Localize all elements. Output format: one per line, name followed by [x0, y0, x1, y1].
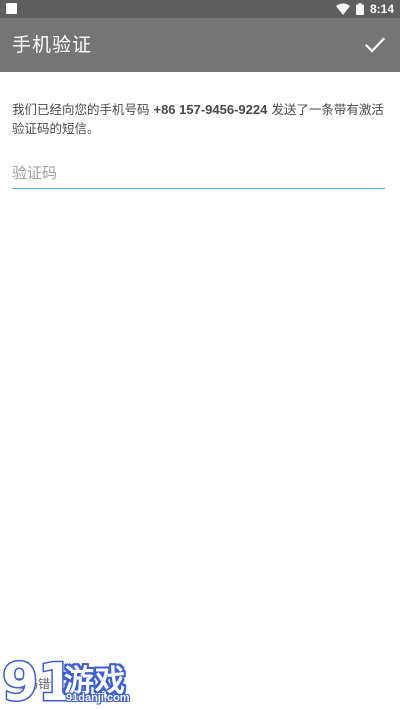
status-indicators: 8:14: [335, 0, 394, 18]
watermark-logo: 91: [1, 652, 71, 710]
app-bar: 手机验证: [0, 18, 400, 72]
phone-number: +86 157-9456-9224: [153, 102, 268, 117]
confirm-button[interactable]: [360, 30, 390, 60]
message-prefix: 我们已经向您的手机号码: [12, 102, 154, 117]
page-title: 手机验证: [12, 34, 93, 56]
battery-icon: [355, 3, 364, 15]
wifi-icon: [335, 3, 350, 15]
verification-message: 我们已经向您的手机号码 +86 157-9456-9224 发送了一条带有激活验…: [12, 100, 388, 138]
watermark: 91 游戏 91danji.com: [0, 652, 150, 710]
svg-text:91: 91: [2, 653, 70, 710]
watermark-site: 91danji.com: [66, 692, 130, 704]
code-input-field: [12, 160, 385, 189]
status-time: 8:14: [369, 2, 394, 16]
status-bar: 8:14: [0, 0, 400, 18]
check-icon: [365, 37, 385, 53]
notification-icon: [6, 3, 17, 14]
verification-code-input[interactable]: [12, 160, 385, 186]
